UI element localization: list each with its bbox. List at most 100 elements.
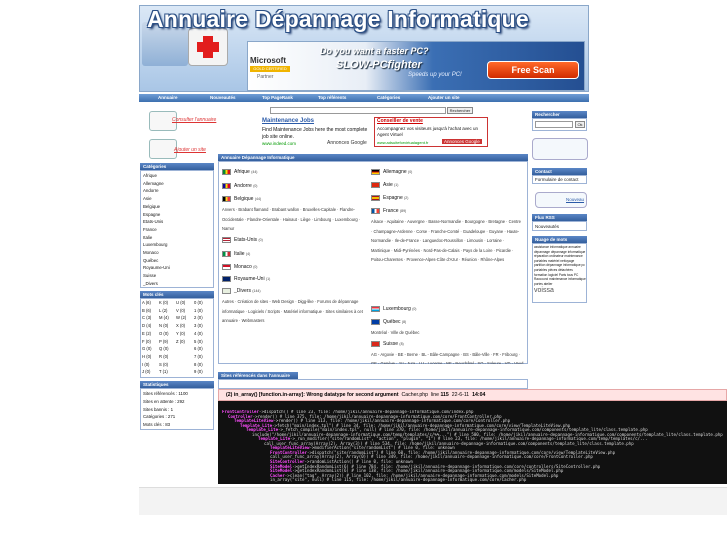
nav-categories[interactable]: Catégories bbox=[377, 95, 400, 100]
nouveau-link[interactable]: Nouveau bbox=[566, 197, 584, 202]
category-quebec[interactable]: Québec (8) bbox=[383, 319, 406, 325]
nav-ajouter-site[interactable]: Ajouter un site bbox=[428, 95, 460, 100]
tag-cloud-word[interactable]: annuaire bbox=[568, 245, 580, 249]
france-regions[interactable]: Alsace · Aquitaine · Auvergne · Basse-No… bbox=[371, 217, 523, 265]
keyword-letter-link[interactable]: C (3) bbox=[142, 315, 151, 320]
category-afrique[interactable]: Afrique (44) bbox=[234, 169, 257, 175]
jobs-ad-title[interactable]: Maintenance Jobs bbox=[262, 118, 314, 124]
category-france[interactable]: France (89) bbox=[383, 208, 406, 214]
keyword-letter-link[interactable]: K (0) bbox=[159, 300, 168, 305]
category-andorre-label[interactable]: Andorre bbox=[234, 183, 252, 189]
jobs-ad-url[interactable]: www.indeed.com bbox=[262, 141, 296, 146]
keyword-letter-link[interactable]: Q (0) bbox=[159, 346, 169, 351]
category-royaume-uni[interactable]: Royaume-Uni (1) bbox=[234, 276, 270, 282]
category-royaume-uni-label[interactable]: Royaume-Uni bbox=[234, 276, 265, 282]
category-asie-label[interactable]: Asie bbox=[383, 182, 393, 188]
keyword-letter-link[interactable]: 6 (0) bbox=[194, 346, 203, 351]
category-monaco-label[interactable]: Monaco bbox=[234, 264, 252, 270]
keyword-letter-link[interactable]: T (1) bbox=[159, 369, 168, 374]
site-title[interactable]: Annuaire Dépannage Informatique bbox=[147, 6, 529, 33]
keyword-letter-link[interactable]: R (0) bbox=[159, 354, 168, 359]
tag-cloud-word[interactable]: Paris bbox=[559, 273, 566, 277]
tag-cloud-word[interactable]: nettoyage bbox=[560, 259, 574, 263]
category-divers[interactable]: _Divers (144) bbox=[234, 288, 261, 294]
category-allemagne[interactable]: Allemagne (0) bbox=[383, 169, 412, 175]
category-link[interactable]: Monaco bbox=[143, 249, 213, 257]
free-scan-button[interactable]: Free Scan bbox=[487, 61, 579, 79]
keyword-letter-link[interactable]: 3 (0) bbox=[194, 323, 203, 328]
keyword-letter-link[interactable]: G (0) bbox=[142, 346, 152, 351]
keyword-letter-link[interactable]: P (9) bbox=[159, 339, 168, 344]
tag-cloud-word[interactable]: ordinateur bbox=[549, 254, 563, 258]
conseil-ad-url[interactable]: www.adsuiteforvirtualagent.fr bbox=[377, 140, 428, 145]
sidebar-search-ok-button[interactable]: Ok bbox=[575, 121, 585, 128]
keyword-letter-link[interactable]: J (0) bbox=[142, 369, 150, 374]
keyword-letter-link[interactable]: Z (0) bbox=[176, 339, 185, 344]
tag-cloud-word[interactable]: formation bbox=[534, 273, 547, 277]
category-link[interactable]: Belgique bbox=[143, 203, 213, 211]
category-divers-label[interactable]: _Divers bbox=[234, 288, 251, 294]
belgique-regions[interactable]: Anvers · Brabant flamand · Brabant wallo… bbox=[222, 205, 367, 234]
category-suisse[interactable]: Suisse (8) bbox=[383, 341, 404, 347]
tag-cloud-word[interactable]: pc bbox=[582, 263, 585, 267]
category-link[interactable]: Etats-Unis bbox=[143, 218, 213, 226]
nav-top-pagerank[interactable]: Top PageRank bbox=[262, 95, 293, 100]
tag-cloud-word[interactable]: atelier bbox=[544, 282, 553, 286]
category-etats-unis[interactable]: Etats-Unis (0) bbox=[234, 237, 263, 243]
suisse-regions[interactable]: AG - Argovie · BE - Berne · BL - Bâle-Ca… bbox=[371, 350, 525, 364]
search-input[interactable] bbox=[270, 107, 446, 114]
category-link[interactable]: Italie bbox=[143, 234, 213, 242]
keyword-letter-link[interactable]: 4 (0) bbox=[194, 331, 203, 336]
category-andorre[interactable]: Andorre (0) bbox=[234, 183, 257, 189]
category-luxembourg[interactable]: Luxembourg (0) bbox=[383, 306, 416, 312]
keyword-letter-link[interactable]: Y (0) bbox=[176, 331, 185, 336]
category-etats-unis-label[interactable]: Etats-Unis bbox=[234, 237, 257, 243]
keyword-letter-link[interactable]: F (0) bbox=[142, 339, 151, 344]
category-belgique[interactable]: Belgique (44) bbox=[234, 196, 261, 202]
keyword-letter-link[interactable]: 1 (0) bbox=[194, 308, 203, 313]
consulter-annuaire-link[interactable]: Consulter l'annuaire bbox=[172, 117, 216, 123]
category-belgique-label[interactable]: Belgique bbox=[234, 196, 253, 202]
category-link[interactable]: Québec bbox=[143, 257, 213, 265]
nav-annuaire[interactable]: Annuaire bbox=[158, 95, 178, 100]
category-allemagne-label[interactable]: Allemagne bbox=[383, 169, 407, 175]
keyword-letter-link[interactable]: 7 (0) bbox=[194, 354, 203, 359]
keyword-letter-link[interactable]: A (6) bbox=[142, 300, 151, 305]
keyword-letter-link[interactable]: I (0) bbox=[142, 362, 149, 367]
sidebar-search-input[interactable] bbox=[535, 121, 573, 128]
tag-cloud-word[interactable]: portables bbox=[534, 259, 547, 263]
google-ads-label-2[interactable]: Annonces Google bbox=[442, 139, 482, 144]
category-asie[interactable]: Asie (1) bbox=[383, 182, 398, 188]
tag-cloud-word[interactable]: PC bbox=[574, 273, 578, 277]
keyword-letter-link[interactable]: M (4) bbox=[159, 315, 169, 320]
keyword-letter-link[interactable]: 8 (0) bbox=[194, 362, 203, 367]
category-luxembourg-label[interactable]: Luxembourg bbox=[383, 306, 411, 312]
keyword-letter-link[interactable]: 5 (0) bbox=[194, 339, 203, 344]
search-button[interactable]: Rechercher bbox=[447, 107, 473, 114]
category-monaco[interactable]: Monaco (0) bbox=[234, 264, 257, 270]
nav-top-referents[interactable]: Top référents bbox=[318, 95, 346, 100]
category-france-label[interactable]: France bbox=[383, 208, 399, 214]
rss-nouveautes-link[interactable]: Nouveautés bbox=[535, 224, 559, 229]
tag-cloud-word[interactable]: assistance informatique bbox=[534, 245, 568, 249]
nav-nouveautes[interactable]: Nouveautés bbox=[210, 95, 236, 100]
keyword-letter-link[interactable]: 9 (0) bbox=[194, 369, 203, 374]
keyword-letter-link[interactable]: 2 (0) bbox=[194, 315, 203, 320]
category-link[interactable]: Afrique bbox=[143, 172, 213, 180]
category-afrique-label[interactable]: Afrique bbox=[234, 169, 250, 175]
category-link[interactable]: Asie bbox=[143, 195, 213, 203]
category-link[interactable]: Suisse bbox=[143, 272, 213, 280]
keyword-letter-link[interactable]: U (0) bbox=[176, 300, 185, 305]
keyword-letter-link[interactable]: B (6) bbox=[142, 308, 151, 313]
tag-cloud-word[interactable]: matériel bbox=[548, 259, 559, 263]
tag-cloud-word[interactable]: portables bbox=[534, 268, 547, 272]
tag-cloud-word[interactable]: dépannage bbox=[534, 250, 550, 254]
tag-cloud-word[interactable]: portes bbox=[534, 282, 543, 286]
category-espagne-label[interactable]: Espagne bbox=[383, 195, 403, 201]
category-quebec-label[interactable]: Québec bbox=[383, 319, 401, 325]
contact-form-link[interactable]: Formulaire de contact bbox=[535, 177, 579, 182]
category-link[interactable]: France bbox=[143, 226, 213, 234]
keyword-letter-link[interactable]: 0 (0) bbox=[194, 300, 203, 305]
keyword-letter-link[interactable]: O (0) bbox=[159, 331, 169, 336]
google-ads-label[interactable]: Annonces Google bbox=[327, 140, 367, 146]
